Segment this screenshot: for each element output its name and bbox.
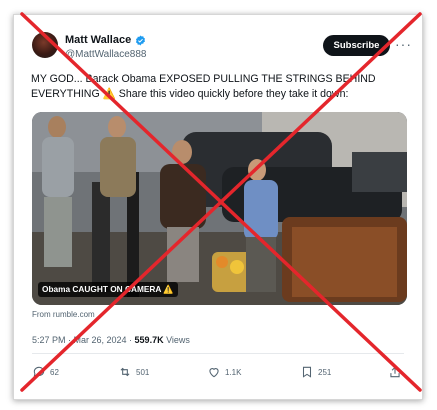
- tweet-video[interactable]: Obama CAUGHT ON CAMERA ⚠️: [32, 112, 407, 305]
- verified-badge-icon: [136, 34, 146, 46]
- tweet-metadata: 5:27 PM · Mar 26, 2024 · 559.7K Views: [32, 335, 190, 345]
- tweet-time[interactable]: 5:27 PM · Mar 26, 2024 ·: [32, 335, 135, 345]
- bookmark-count: 251: [318, 367, 332, 377]
- bookmark-icon: [302, 366, 312, 378]
- share-button[interactable]: [388, 365, 402, 379]
- avatar[interactable]: [32, 32, 58, 58]
- view-count: 559.7K: [134, 335, 164, 345]
- subscribe-button[interactable]: Subscribe: [323, 35, 390, 56]
- author-handle[interactable]: @MattWallace888: [65, 49, 146, 60]
- action-bar: 62 501 1.1K 251: [32, 365, 404, 383]
- views-label: Views: [163, 335, 190, 345]
- video-frame-image: [32, 112, 407, 305]
- divider: [32, 353, 404, 354]
- reply-icon: [33, 366, 45, 378]
- repost-icon: [120, 367, 130, 377]
- repost-count: 501: [136, 367, 150, 377]
- author-name[interactable]: Matt Wallace: [65, 34, 131, 46]
- repost-button[interactable]: 501: [118, 365, 149, 379]
- link-source[interactable]: From rumble.com: [32, 310, 95, 319]
- like-icon: [209, 368, 219, 378]
- tweet-text: MY GOD... Barack Obama EXPOSED PULLING T…: [31, 73, 376, 100]
- reply-count: 62: [50, 367, 59, 377]
- more-icon[interactable]: ···: [395, 37, 412, 51]
- like-button[interactable]: 1.1K: [207, 365, 241, 379]
- video-caption: Obama CAUGHT ON CAMERA ⚠️: [38, 282, 178, 297]
- author-row: Matt Wallace: [65, 34, 146, 46]
- share-icon: [390, 366, 400, 378]
- tweet-card: Matt Wallace @MattWallace888 Subscribe ·…: [13, 14, 423, 400]
- like-count: 1.1K: [225, 367, 242, 377]
- reply-button[interactable]: 62: [32, 365, 59, 379]
- bookmark-button[interactable]: 251: [300, 365, 331, 379]
